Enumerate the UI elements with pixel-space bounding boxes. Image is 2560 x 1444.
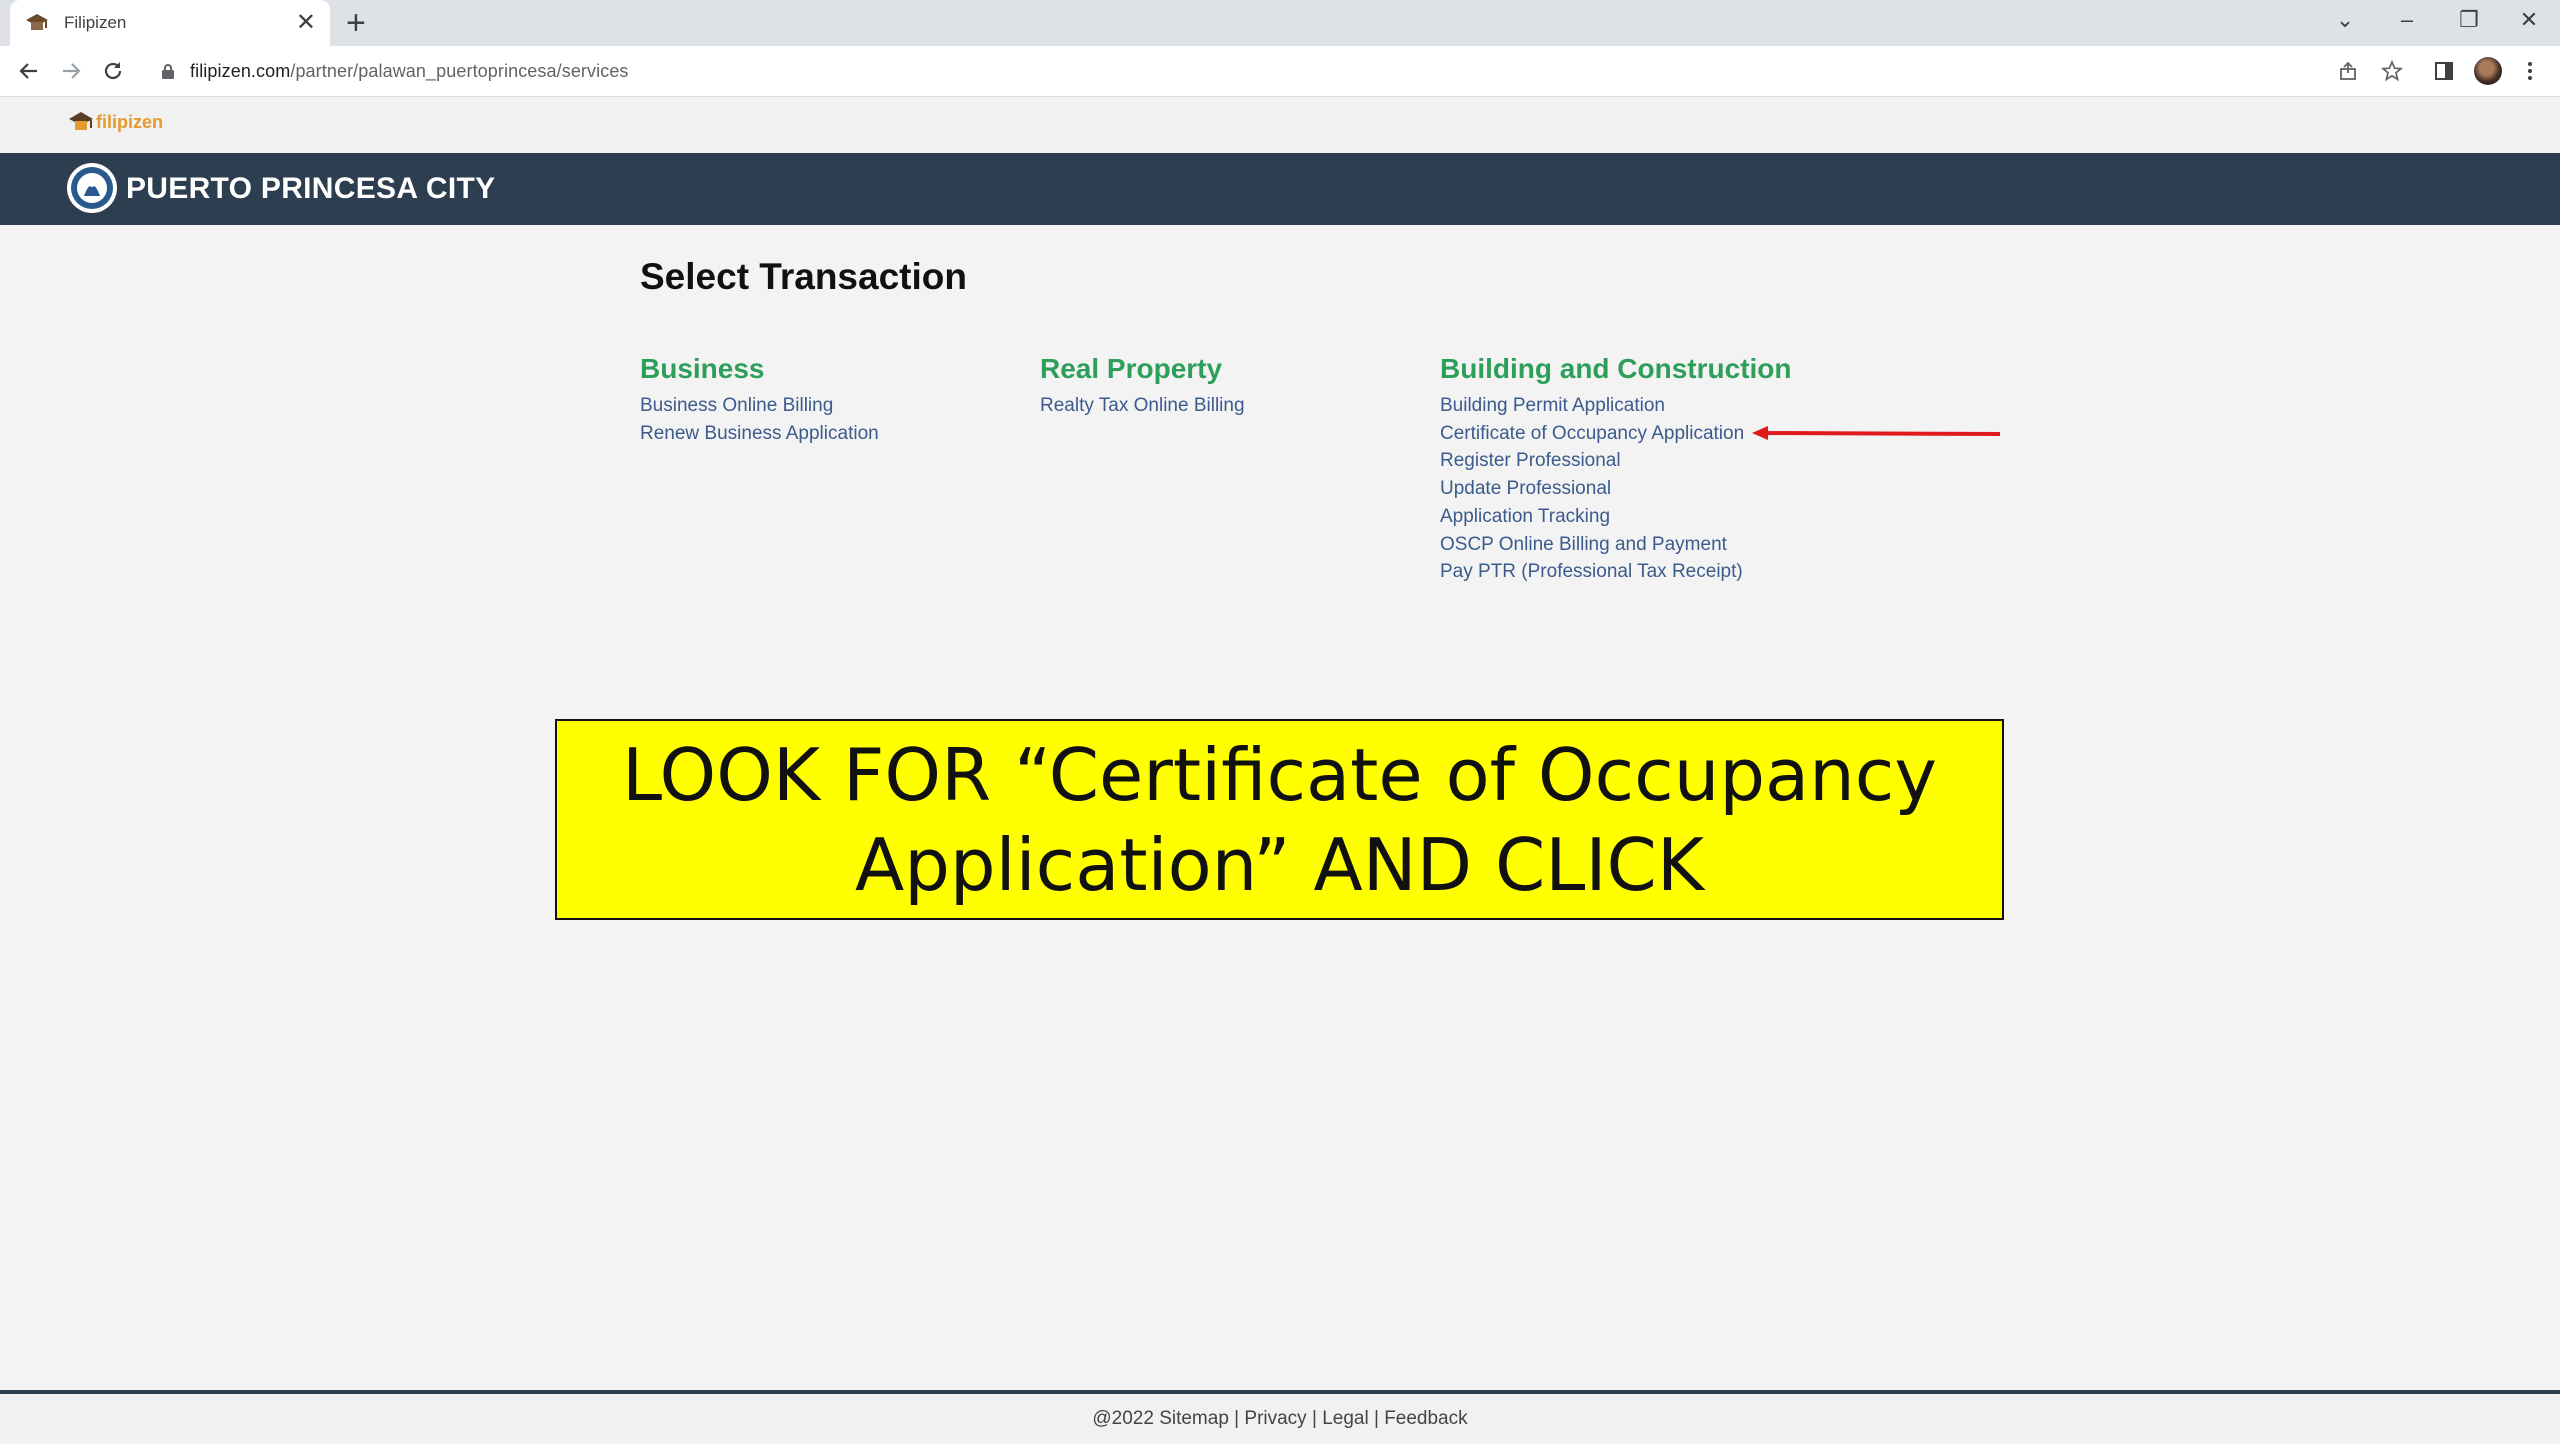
reload-icon — [104, 62, 122, 80]
footer-link-legal[interactable]: Legal — [1322, 1408, 1369, 1429]
category-title: Business — [640, 353, 765, 384]
filipizen-favicon-icon — [26, 14, 48, 30]
link-building-permit-application[interactable]: Building Permit Application — [1440, 392, 1792, 420]
tab-title: Filipizen — [64, 13, 127, 32]
link-pay-ptr[interactable]: Pay PTR (Professional Tax Receipt) — [1440, 558, 1792, 586]
category-title: Real Property — [1040, 353, 1223, 384]
menu-button[interactable] — [2514, 55, 2546, 87]
back-arrow-icon — [19, 63, 37, 79]
star-icon — [2381, 60, 2403, 82]
link-certificate-of-occupancy-application[interactable]: Certificate of Occupancy Application — [1440, 420, 1792, 448]
browser-toolbar: filipizen.com/partner/palawan_puertoprin… — [0, 46, 2560, 97]
category-real-property: Real Property Realty Tax Online Billing — [1040, 352, 1245, 420]
share-button[interactable] — [2332, 55, 2364, 87]
red-pointer-arrow-icon — [1752, 426, 2001, 440]
reload-button[interactable] — [96, 54, 130, 88]
lock-icon[interactable] — [156, 59, 180, 83]
url-path: /partner/palawan_puertoprincesa/services — [290, 60, 629, 81]
browser-tab[interactable]: Filipizen ✕ — [10, 0, 330, 46]
link-register-professional[interactable]: Register Professional — [1440, 447, 1792, 475]
forward-button[interactable] — [54, 54, 88, 88]
link-application-tracking[interactable]: Application Tracking — [1440, 503, 1792, 531]
filipizen-logo[interactable]: filipizen — [68, 110, 163, 134]
footer-link-privacy[interactable]: Privacy — [1244, 1408, 1306, 1429]
url-text: filipizen.com/partner/palawan_puertoprin… — [190, 61, 629, 82]
link-renew-business-application[interactable]: Renew Business Application — [640, 420, 879, 448]
instruction-text: LOOK FOR “Certificate of Occupancy Appli… — [622, 730, 1937, 910]
brand-name: filipizen — [96, 111, 163, 132]
browser-tabstrip: Filipizen ✕ + ⌄ – ❐ ✕ — [0, 0, 2560, 46]
footer-separator: | — [1311, 1408, 1317, 1429]
footer-text: @2022 Sitemap | Privacy | Legal | Feedba… — [0, 1408, 2560, 1430]
side-panel-button[interactable] — [2428, 55, 2460, 87]
tab-close-icon[interactable]: ✕ — [296, 11, 316, 35]
instruction-callout: LOOK FOR “Certificate of Occupancy Appli… — [555, 719, 2004, 920]
footer-separator: | — [1234, 1408, 1240, 1429]
bookmark-button[interactable] — [2376, 55, 2408, 87]
window-close-button[interactable]: ✕ — [2498, 0, 2560, 40]
profile-button[interactable] — [2472, 55, 2504, 87]
instruction-line-2: Application” AND CLICK — [854, 822, 1705, 907]
city-seal-icon — [67, 163, 117, 213]
category-business: Business Business Online Billing Renew B… — [640, 352, 879, 447]
restore-button[interactable]: ❐ — [2438, 0, 2500, 40]
link-oscp-online-billing-and-payment[interactable]: OSCP Online Billing and Payment — [1440, 531, 1792, 559]
category-title: Building and Construction — [1440, 353, 1792, 384]
instruction-line-1: LOOK FOR “Certificate of Occupancy — [621, 732, 1938, 817]
side-panel-icon — [2435, 62, 2453, 80]
category-building-construction: Building and Construction Building Permi… — [1440, 352, 1792, 586]
minimize-button[interactable]: – — [2376, 0, 2438, 40]
share-icon — [2340, 61, 2356, 80]
footer-copyright: @2022 — [1092, 1408, 1154, 1429]
footer-link-feedback[interactable]: Feedback — [1384, 1408, 1467, 1429]
site-footer: @2022 Sitemap | Privacy | Legal | Feedba… — [0, 1390, 2560, 1444]
kebab-menu-icon — [2528, 62, 2532, 80]
link-business-online-billing[interactable]: Business Online Billing — [640, 392, 879, 420]
link-realty-tax-online-billing[interactable]: Realty Tax Online Billing — [1040, 392, 1245, 420]
footer-separator: | — [1373, 1408, 1379, 1429]
address-bar[interactable]: filipizen.com/partner/palawan_puertoprin… — [146, 50, 2326, 92]
back-button[interactable] — [12, 54, 46, 88]
tab-search-icon[interactable]: ⌄ — [2314, 0, 2376, 40]
link-update-professional[interactable]: Update Professional — [1440, 475, 1792, 503]
filipizen-logo-icon — [69, 112, 93, 130]
new-tab-button[interactable]: + — [346, 6, 366, 40]
avatar — [2474, 57, 2502, 85]
footer-link-sitemap[interactable]: Sitemap — [1159, 1408, 1229, 1429]
site-topbar — [0, 97, 2560, 153]
page-title: Select Transaction — [640, 256, 967, 297]
city-name: PUERTO PRINCESA CITY — [126, 172, 496, 205]
forward-arrow-icon — [63, 63, 81, 79]
url-host: filipizen.com — [190, 60, 291, 81]
